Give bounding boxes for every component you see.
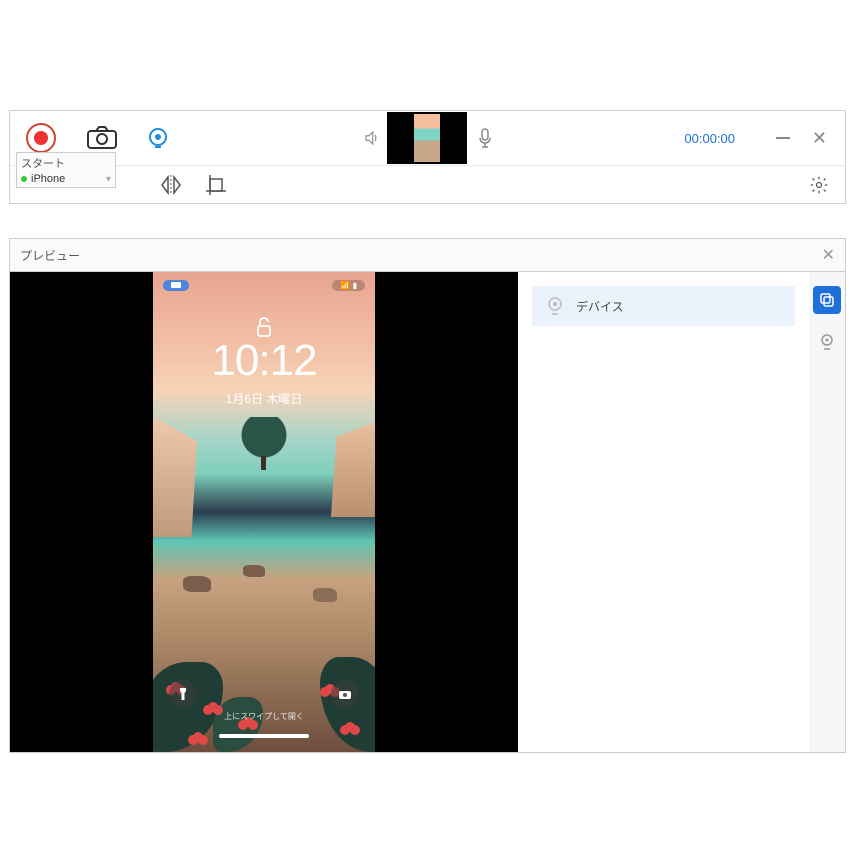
status-dot-icon	[21, 176, 27, 182]
wallpaper-rock	[243, 565, 265, 577]
wallpaper-rock	[313, 588, 337, 602]
microphone-icon[interactable]	[477, 128, 493, 148]
close-button[interactable]: ✕	[812, 128, 827, 149]
crop-icon	[206, 175, 226, 195]
toolbar-secondary: スタート iPhone ▾	[10, 165, 845, 203]
wallpaper-cliff	[153, 417, 208, 537]
record-button[interactable]	[26, 123, 56, 153]
phone-status-bar: 📶 ▮	[153, 280, 375, 291]
webcam-icon	[146, 126, 170, 150]
side-rail	[809, 272, 845, 752]
flip-button[interactable]	[160, 175, 182, 195]
webcam-icon	[819, 333, 835, 351]
copy-icon	[819, 292, 835, 308]
settings-button[interactable]	[809, 175, 829, 195]
device-item[interactable]: デバイス	[532, 286, 795, 326]
crop-button[interactable]	[206, 175, 226, 195]
wallpaper-rock	[183, 576, 211, 592]
webcam-button[interactable]	[146, 126, 170, 150]
device-label: デバイス	[576, 298, 624, 315]
lock-time: 10:12	[153, 336, 375, 386]
preview-body: 📶 ▮ 10:12 1月6日 木曜日	[10, 272, 845, 752]
webcam-icon	[546, 296, 564, 316]
home-indicator[interactable]	[219, 734, 309, 738]
screen-icon	[171, 282, 181, 290]
wifi-battery-indicator: 📶 ▮	[332, 280, 365, 291]
capture-thumbnail[interactable]	[387, 112, 467, 164]
screen-mirror-indicator	[163, 280, 189, 291]
start-dropdown[interactable]: スタート iPhone ▾	[16, 152, 116, 188]
phone-mirror[interactable]: 📶 ▮ 10:12 1月6日 木曜日	[153, 272, 375, 752]
wallpaper-tree	[239, 417, 289, 462]
swipe-hint: 上にスワイプして開く	[153, 711, 375, 722]
minimize-button[interactable]	[776, 137, 790, 139]
camera-icon	[86, 126, 118, 150]
device-list: デバイス	[518, 272, 809, 752]
rail-copy-button[interactable]	[813, 286, 841, 314]
recorder-window: ↘ 00:00:00 ✕ スタート iPhone ▾	[9, 110, 846, 204]
camera-icon	[338, 688, 352, 700]
wallpaper-cliff	[320, 422, 375, 517]
flip-icon	[160, 175, 182, 195]
gear-icon	[809, 175, 829, 195]
recording-timer: 00:00:00	[684, 131, 735, 146]
camera-quick-button[interactable]	[331, 680, 359, 708]
flashlight-icon	[177, 687, 189, 701]
preview-panel: プレビュー ✕ 📶 ▮ 10:12 1月6日 木曜日	[9, 238, 846, 753]
flashlight-button[interactable]	[169, 680, 197, 708]
preview-close-button[interactable]: ✕	[822, 245, 835, 265]
preview-header: プレビュー ✕	[10, 239, 845, 272]
start-dropdown-label: スタート	[21, 155, 111, 171]
preview-sidebar: デバイス	[518, 272, 845, 752]
preview-title: プレビュー	[20, 247, 80, 264]
selected-device: iPhone	[31, 173, 65, 185]
rail-webcam-button[interactable]	[813, 328, 841, 356]
screenshot-button[interactable]	[86, 126, 118, 150]
toolbar-primary: ↘ 00:00:00 ✕	[10, 111, 845, 165]
chevron-down-icon: ▾	[106, 174, 111, 185]
preview-canvas: 📶 ▮ 10:12 1月6日 木曜日	[10, 272, 518, 752]
lock-icon	[255, 316, 273, 338]
preview-thumbnail-area	[363, 112, 493, 164]
speaker-icon[interactable]	[363, 129, 381, 147]
lock-date: 1月6日 木曜日	[153, 390, 375, 407]
